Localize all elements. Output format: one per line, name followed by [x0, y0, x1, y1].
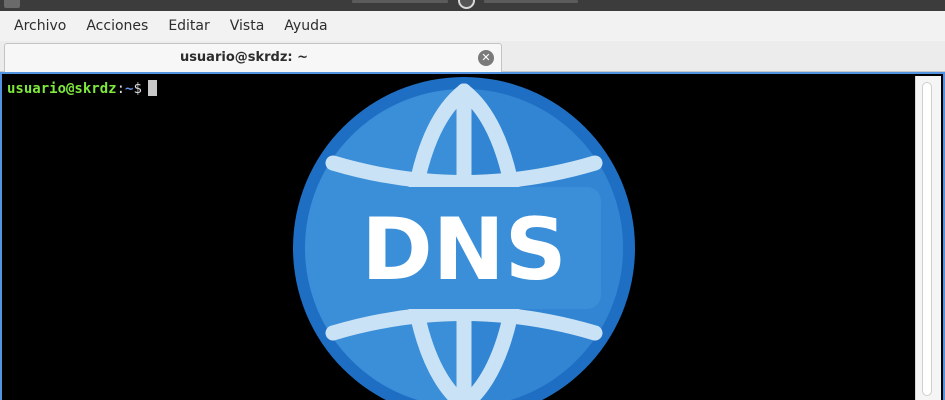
tab-terminal[interactable]: usuario@skrdz: ~ ✕	[4, 43, 502, 72]
title-text-fragment	[484, 0, 578, 3]
title-bar	[0, 0, 945, 11]
title-text-fragment	[352, 0, 448, 3]
prompt-user: usuario@skrdz	[7, 81, 117, 97]
scrollbar[interactable]	[915, 76, 941, 400]
window-menu-icon[interactable]	[4, 0, 20, 8]
globe-icon: DNS	[293, 77, 635, 400]
scrollbar-thumb[interactable]	[922, 82, 932, 396]
menu-editar[interactable]: Editar	[158, 11, 219, 41]
menu-ayuda[interactable]: Ayuda	[274, 11, 337, 41]
close-tab-icon[interactable]: ✕	[478, 50, 494, 66]
menu-acciones[interactable]: Acciones	[76, 11, 158, 41]
menu-bar: Archivo Acciones Editar Vista Ayuda	[0, 11, 945, 41]
tab-bar: usuario@skrdz: ~ ✕	[0, 41, 945, 72]
prompt-symbol: $	[133, 81, 142, 97]
menu-archivo[interactable]: Archivo	[4, 11, 76, 41]
menu-vista[interactable]: Vista	[220, 11, 275, 41]
terminal-app-icon	[458, 0, 475, 9]
prompt-separator: :	[116, 81, 126, 97]
text-cursor	[147, 80, 157, 96]
tab-label: usuario@skrdz: ~	[179, 50, 309, 65]
dns-label: DNS	[361, 200, 566, 300]
prompt-line: usuario@skrdz:~$	[7, 80, 157, 98]
